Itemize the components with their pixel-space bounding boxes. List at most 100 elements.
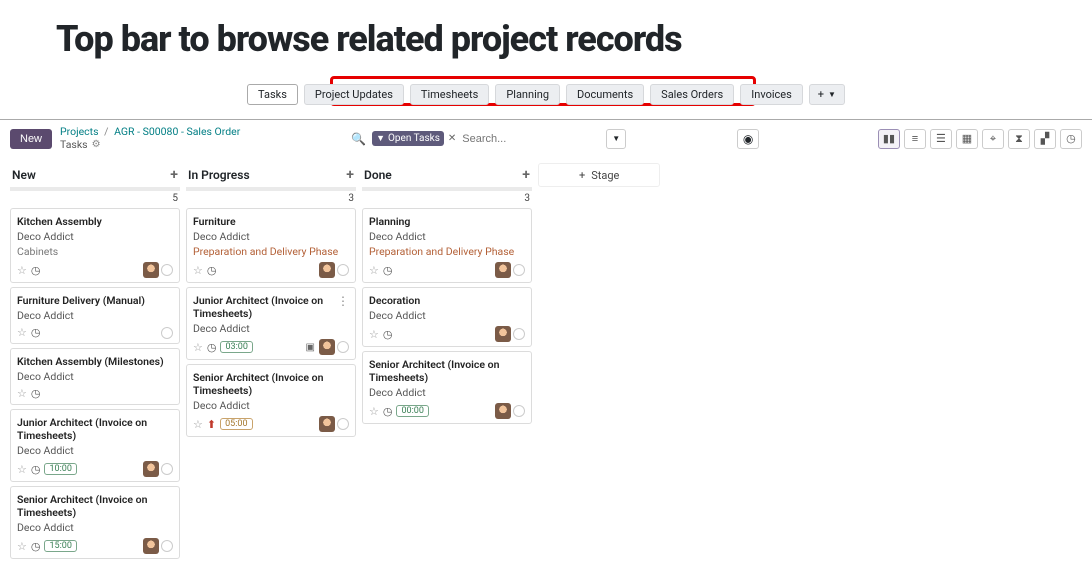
avatar[interactable] bbox=[319, 416, 335, 432]
task-card[interactable]: Decoration Deco Addict ☆ ◷ bbox=[362, 287, 532, 347]
clock-icon[interactable]: ◷ bbox=[207, 341, 217, 354]
card-menu-icon[interactable]: ⋮ bbox=[337, 294, 349, 308]
clock-icon[interactable]: ◷ bbox=[31, 264, 41, 277]
tab-tasks[interactable]: Tasks bbox=[247, 84, 298, 105]
view-activity[interactable]: ⧗ bbox=[1008, 129, 1030, 149]
task-card[interactable]: ⋮ Junior Architect (Invoice on Timesheet… bbox=[186, 287, 356, 360]
column-title: In Progress bbox=[188, 168, 250, 182]
task-card[interactable]: Furniture Deco Addict Preparation and De… bbox=[186, 208, 356, 283]
filter-chip-open-tasks[interactable]: ▼ Open Tasks bbox=[372, 131, 444, 146]
tab-documents[interactable]: Documents bbox=[566, 84, 644, 105]
status-dot[interactable] bbox=[513, 405, 525, 417]
task-card[interactable]: Kitchen Assembly (Milestones) Deco Addic… bbox=[10, 348, 180, 405]
filter-chip-label: Open Tasks bbox=[388, 133, 440, 144]
star-icon[interactable]: ☆ bbox=[17, 387, 27, 400]
search-dropdown[interactable]: ▼ bbox=[606, 129, 626, 149]
time-badge: 05:00 bbox=[220, 418, 252, 430]
task-card[interactable]: Senior Architect (Invoice on Timesheets)… bbox=[362, 351, 532, 424]
column-in-progress: In Progress + 3 Furniture Deco Addict Pr… bbox=[186, 163, 356, 441]
task-card[interactable]: Planning Deco Addict Preparation and Del… bbox=[362, 208, 532, 283]
page-title: Top bar to browse related project record… bbox=[0, 0, 1092, 72]
view-visibility-button[interactable]: ◉ bbox=[737, 129, 759, 149]
star-icon[interactable]: ☆ bbox=[17, 326, 27, 339]
card-customer: Deco Addict bbox=[17, 444, 173, 457]
column-progress-bar bbox=[10, 187, 180, 191]
column-add-card[interactable]: + bbox=[346, 167, 354, 183]
clock-icon[interactable]: ◷ bbox=[31, 463, 41, 476]
view-graph[interactable]: ▞ bbox=[1034, 129, 1056, 149]
view-clock[interactable]: ◷ bbox=[1060, 129, 1082, 149]
breadcrumb-projects[interactable]: Projects bbox=[60, 125, 99, 138]
view-map[interactable]: ⌖ bbox=[982, 129, 1004, 149]
avatar[interactable] bbox=[319, 262, 335, 278]
clock-icon[interactable]: ◷ bbox=[383, 405, 393, 418]
tab-planning[interactable]: Planning bbox=[495, 84, 560, 105]
star-icon[interactable]: ☆ bbox=[369, 264, 379, 277]
clock-icon[interactable]: ◷ bbox=[31, 540, 41, 553]
column-add-card[interactable]: + bbox=[522, 167, 530, 183]
upload-icon[interactable]: ⬆ bbox=[207, 418, 216, 431]
tab-sales-orders[interactable]: Sales Orders bbox=[650, 84, 734, 105]
view-list2[interactable]: ☰ bbox=[930, 129, 952, 149]
column-add-card[interactable]: + bbox=[170, 167, 178, 183]
avatar[interactable] bbox=[495, 403, 511, 419]
avatar[interactable] bbox=[319, 339, 335, 355]
status-dot[interactable] bbox=[161, 463, 173, 475]
breadcrumb: Projects / AGR - S00080 - Sales Order Ta… bbox=[60, 126, 240, 151]
status-dot[interactable] bbox=[161, 264, 173, 276]
column-count: 3 bbox=[186, 193, 356, 204]
add-stage-button[interactable]: + Stage bbox=[538, 163, 660, 187]
task-card[interactable]: Senior Architect (Invoice on Timesheets)… bbox=[186, 364, 356, 437]
clock-icon[interactable]: ◷ bbox=[31, 387, 41, 400]
clock-icon[interactable]: ◷ bbox=[31, 326, 41, 339]
task-card[interactable]: Senior Architect (Invoice on Timesheets)… bbox=[10, 486, 180, 559]
card-title: Junior Architect (Invoice on Timesheets) bbox=[17, 416, 173, 442]
status-dot[interactable] bbox=[337, 418, 349, 430]
tab-project-updates[interactable]: Project Updates bbox=[304, 84, 404, 105]
tab-timesheets[interactable]: Timesheets bbox=[410, 84, 489, 105]
new-button[interactable]: New bbox=[10, 129, 52, 149]
star-icon[interactable]: ☆ bbox=[17, 540, 27, 553]
card-title: Kitchen Assembly bbox=[17, 215, 173, 228]
task-card[interactable]: Junior Architect (Invoice on Timesheets)… bbox=[10, 409, 180, 482]
avatar[interactable] bbox=[143, 461, 159, 477]
status-dot[interactable] bbox=[161, 540, 173, 552]
status-dot[interactable] bbox=[337, 341, 349, 353]
search-input[interactable] bbox=[456, 130, 596, 148]
status-dot[interactable] bbox=[513, 264, 525, 276]
clock-icon[interactable]: ◷ bbox=[383, 264, 393, 277]
view-kanban[interactable]: ▮▮ bbox=[878, 129, 900, 149]
card-customer: Deco Addict bbox=[369, 309, 525, 322]
card-customer: Deco Addict bbox=[193, 399, 349, 412]
status-dot[interactable] bbox=[513, 328, 525, 340]
status-dot[interactable] bbox=[161, 327, 173, 339]
star-icon[interactable]: ☆ bbox=[193, 341, 203, 354]
card-customer: Deco Addict bbox=[17, 309, 173, 322]
clock-icon[interactable]: ◷ bbox=[207, 264, 217, 277]
task-card[interactable]: Furniture Delivery (Manual) Deco Addict … bbox=[10, 287, 180, 344]
task-card[interactable]: Kitchen Assembly Deco Addict Cabinets ☆ … bbox=[10, 208, 180, 283]
avatar[interactable] bbox=[143, 538, 159, 554]
chevron-down-icon: ▼ bbox=[828, 90, 836, 99]
status-dot[interactable] bbox=[337, 264, 349, 276]
view-calendar[interactable]: ▦ bbox=[956, 129, 978, 149]
filter-chip-remove[interactable]: ✕ bbox=[448, 133, 456, 144]
avatar[interactable] bbox=[495, 326, 511, 342]
star-icon[interactable]: ☆ bbox=[193, 418, 203, 431]
star-icon[interactable]: ☆ bbox=[193, 264, 203, 277]
tab-invoices[interactable]: Invoices bbox=[740, 84, 803, 105]
star-icon[interactable]: ☆ bbox=[369, 405, 379, 418]
tab-add[interactable]: + ▼ bbox=[809, 84, 845, 105]
time-badge: 10:00 bbox=[44, 463, 76, 475]
breadcrumb-project[interactable]: AGR - S00080 - Sales Order bbox=[114, 125, 240, 138]
gear-icon[interactable]: ⚙ bbox=[92, 139, 101, 151]
view-list[interactable]: ≡ bbox=[904, 129, 926, 149]
star-icon[interactable]: ☆ bbox=[17, 463, 27, 476]
search-icon[interactable]: 🔍 bbox=[351, 132, 366, 146]
avatar[interactable] bbox=[495, 262, 511, 278]
star-icon[interactable]: ☆ bbox=[369, 328, 379, 341]
avatar[interactable] bbox=[143, 262, 159, 278]
card-title: Senior Architect (Invoice on Timesheets) bbox=[193, 371, 349, 397]
star-icon[interactable]: ☆ bbox=[17, 264, 27, 277]
clock-icon[interactable]: ◷ bbox=[383, 328, 393, 341]
